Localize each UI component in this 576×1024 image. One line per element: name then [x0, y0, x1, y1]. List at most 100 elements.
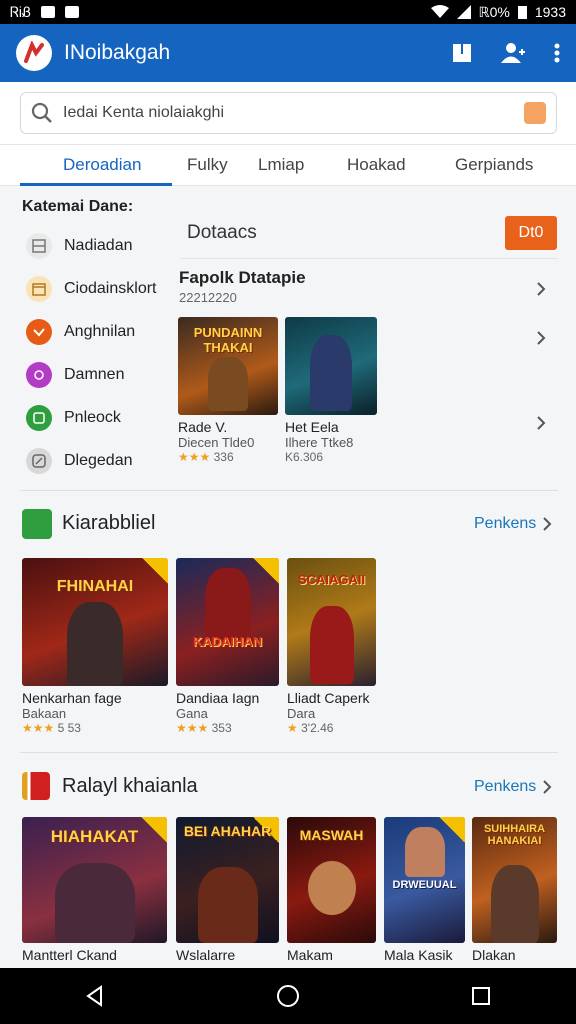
rating-value: 336 — [213, 450, 234, 464]
chevron-right-icon[interactable] — [540, 517, 554, 531]
tab-deroadian[interactable]: Deroadian — [63, 155, 141, 175]
game-card[interactable]: PUNDAINN THAKAI Rade V. Diecen Tlde0 ★★★… — [178, 317, 278, 464]
game-card[interactable]: FHINAHAI Nenkarhan fage Bakaan ★★★ 5 53 — [22, 558, 168, 735]
square-icon — [26, 405, 52, 431]
see-more-link[interactable]: Penkens — [474, 778, 536, 796]
game-card[interactable]: MASWAH Makam — [287, 817, 376, 963]
signal-icon — [456, 5, 471, 19]
hero-figure — [404, 827, 445, 877]
category-label: Ciodainsklort — [64, 280, 157, 297]
game-rating: ★★★ 5 53 — [22, 721, 168, 735]
search-area: Iedai Kenta niolaiakghi — [0, 82, 576, 144]
tab-bar: Deroadian Fulky Lmiap Hoakad Gerpiands — [0, 144, 576, 186]
section-title: Ralayl khaianla — [62, 775, 198, 797]
category-item[interactable]: Pnleock — [26, 404, 176, 432]
game-art-title: SCAIAGAII — [297, 572, 366, 587]
hero-figure — [54, 863, 135, 943]
category-title: Katemai Dane: — [22, 198, 134, 215]
game-publisher: Diecen Tlde0 — [178, 435, 255, 450]
game-name: Het Eela — [285, 419, 339, 435]
panel-subheading: Fapolk Dtatapie — [179, 268, 306, 287]
game-name: Mantterl Ckand — [22, 947, 117, 963]
category-label: Pnleock — [64, 409, 121, 426]
category-list: Katemai Dane: Nadiadan Ciodainsklort Ang… — [0, 186, 170, 490]
game-thumbnail: DRWEUUAL — [384, 817, 465, 943]
hero-figure — [307, 861, 356, 915]
status-bar: ᏒᎥᏰ ℝ0% 1933 — [0, 0, 576, 24]
section-divider — [20, 752, 558, 753]
rating-value: K6.306 — [285, 450, 324, 464]
search-icon — [31, 102, 52, 123]
status-left-text: ᏒᎥᏰ — [10, 3, 32, 20]
game-publisher: Dara — [287, 706, 316, 721]
game-name: Dandiaa Iagn — [176, 690, 260, 706]
game-art-title: PUNDAINN THAKAI — [193, 325, 263, 355]
game-card[interactable]: SUIHHAIRA HANAKIAI Dlakan — [472, 817, 557, 963]
chevron-right-icon[interactable] — [534, 282, 548, 296]
game-name: Makam — [287, 947, 333, 963]
android-icon — [22, 509, 52, 539]
game-name: Dlakan — [472, 947, 516, 963]
game-name: Nenkarhan fage — [22, 690, 122, 706]
system-nav-bar — [0, 968, 576, 1024]
game-thumbnail: SUIHHAIRA HANAKIAI — [472, 817, 557, 943]
notification-icon — [41, 6, 56, 18]
divider — [180, 258, 558, 259]
game-thumbnail: HIAHAKAT — [22, 817, 167, 943]
game-rating: K6.306 — [285, 450, 377, 464]
category-item[interactable]: Anghnilan — [26, 318, 176, 346]
account-icon[interactable] — [500, 42, 526, 64]
tab-fulky[interactable]: Fulky — [187, 155, 228, 175]
game-art-title: KADAIHAN — [192, 634, 263, 649]
game-art-title: BEI AHAHAR — [183, 823, 272, 839]
more-icon[interactable] — [554, 43, 560, 63]
game-thumbnail: MASWAH — [287, 817, 376, 943]
game-card[interactable]: KADAIHAN Dandiaa Iagn Gana ★★★ 353 — [176, 558, 279, 735]
game-card[interactable]: HIAHAKAT Mantterl Ckand — [22, 817, 167, 963]
game-rating: ★★★ 336 — [178, 450, 278, 464]
tab-lmiap[interactable]: Lmiap — [258, 155, 304, 175]
recents-icon[interactable] — [471, 986, 491, 1006]
wifi-icon — [430, 5, 449, 18]
app-bar: INoibakgah — [0, 24, 576, 82]
back-icon[interactable] — [85, 985, 105, 1007]
star-icon: ★★★ — [178, 450, 211, 464]
game-publisher: Bakaan — [22, 706, 67, 721]
tab-gerpiands[interactable]: Gerpiands — [455, 155, 533, 175]
rating-value: 353 — [211, 721, 232, 735]
tab-hoakad[interactable]: Hoakad — [347, 155, 406, 175]
chevron-right-icon[interactable] — [540, 780, 554, 794]
category-item[interactable]: Ciodainsklort — [26, 275, 176, 303]
game-publisher: Ilhere Ttke8 — [285, 435, 354, 450]
star-icon: ★ — [287, 721, 298, 735]
panel-action-button[interactable]: Dt0 — [505, 216, 557, 250]
game-card[interactable]: DRWEUUAL Mala Kasik — [384, 817, 465, 963]
section-divider — [20, 490, 558, 491]
game-card[interactable]: BEI AHAHAR Wslalarre — [176, 817, 279, 963]
voice-search-icon[interactable] — [524, 102, 546, 124]
game-name: Rade V. — [178, 419, 228, 435]
notification-icon — [65, 6, 80, 18]
logo-icon[interactable] — [16, 35, 52, 71]
game-art-title: SUIHHAIRA HANAKIAI — [483, 823, 546, 847]
star-icon: ★★★ — [22, 721, 55, 735]
game-card[interactable]: SCAIAGAII Lliadt Caperk Dara ★ 3'2.46 — [287, 558, 376, 735]
hero-figure — [67, 602, 123, 686]
category-item[interactable]: Damnen — [26, 361, 176, 389]
game-thumbnail — [285, 317, 377, 415]
featured-panel: Dotaacs Dt0 Fapolk Dtatapie 22212220 PUN… — [170, 186, 560, 490]
sparkle-icon — [26, 362, 52, 388]
star-icon: ★★★ — [176, 721, 209, 735]
home-icon[interactable] — [276, 984, 300, 1008]
chevron-right-icon[interactable] — [534, 416, 548, 430]
search-input[interactable]: Iedai Kenta niolaiakghi — [20, 92, 557, 134]
battery-text: ℝ0% — [478, 3, 510, 20]
game-card[interactable]: Het Eela Ilhere Ttke8 K6.306 — [285, 317, 377, 464]
hero-figure — [204, 568, 251, 640]
chevron-right-icon[interactable] — [534, 331, 548, 345]
category-item[interactable]: Dlegedan — [26, 447, 176, 475]
category-item[interactable]: Nadiadan — [26, 232, 176, 260]
bookmark-icon[interactable] — [452, 43, 472, 63]
hero-figure — [309, 606, 354, 684]
see-more-link[interactable]: Penkens — [474, 515, 536, 533]
